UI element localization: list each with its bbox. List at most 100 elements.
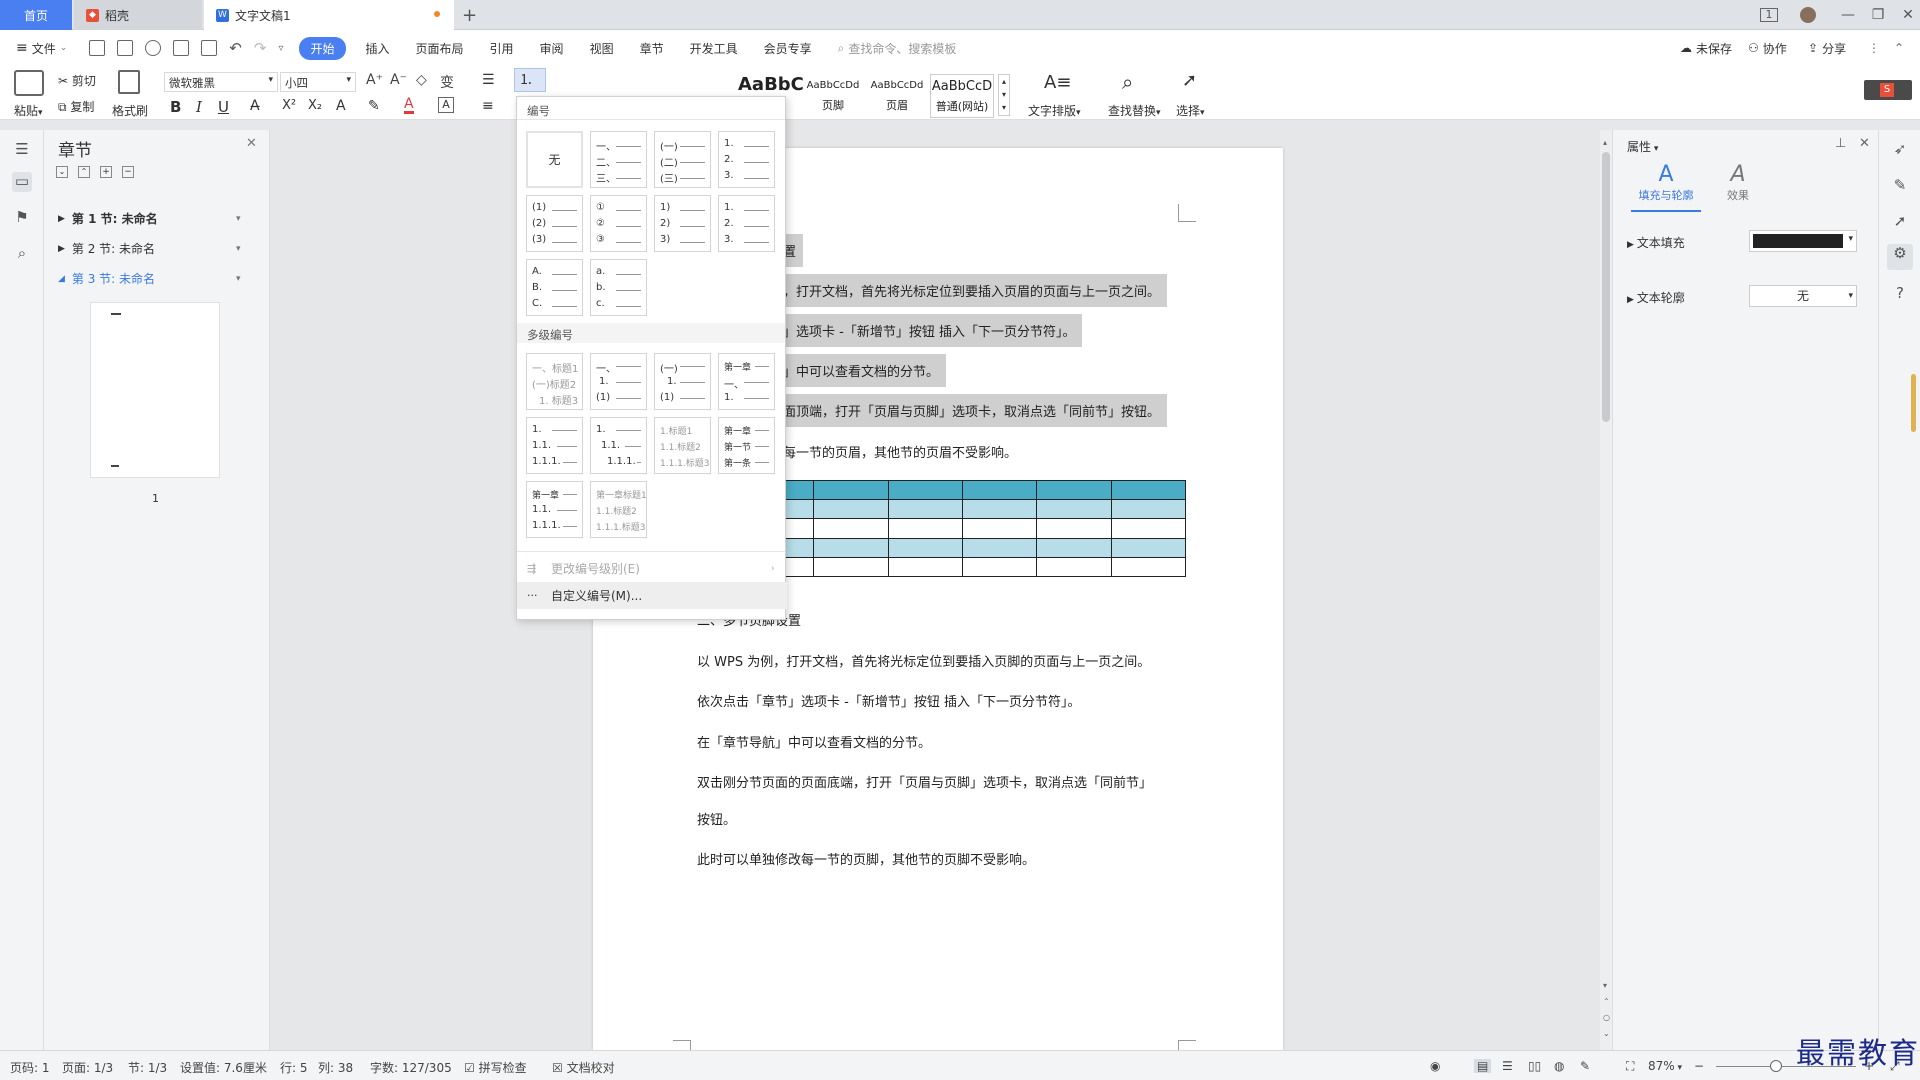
doc-paragraph[interactable]: 改每一节的页眉，其他节的页眉不受影响。 xyxy=(770,442,1017,461)
command-search[interactable]: ⌕ 查找命令、搜索模板 xyxy=(838,40,957,57)
customize-toolbar-icon[interactable]: ▿ xyxy=(278,43,283,54)
doc-paragraph[interactable]: 航」中可以查看文档的分节。 xyxy=(770,354,947,387)
section-item-1[interactable]: ▶ 第 1 节: 未命名 ▾ xyxy=(58,210,241,227)
multilevel-preset[interactable]: 第一章 第一节 第一条 xyxy=(718,417,775,474)
align-left-icon[interactable]: ≡ xyxy=(482,98,494,114)
pen-icon[interactable]: ✎ xyxy=(1890,176,1910,196)
table-cell[interactable] xyxy=(813,537,889,558)
table-header-cell[interactable] xyxy=(1036,479,1112,501)
custom-numbering-menu-item[interactable]: ··· 自定义编号(M)... xyxy=(517,582,787,609)
expand-all-icon[interactable]: + xyxy=(100,166,112,178)
table-cell[interactable] xyxy=(887,556,963,578)
style-header[interactable]: AaBbCcDd 页眉 xyxy=(866,74,928,118)
doc-paragraph[interactable]: 以 WPS 为例，打开文档，首先将光标定位到要插入页脚的页面与上一页之间。 xyxy=(697,651,1150,670)
format-painter-button[interactable]: 格式刷 xyxy=(112,102,148,119)
doc-paragraph[interactable]: 节」选项卡 -「新增节」按钮 插入「下一页分节符」。 xyxy=(770,314,1083,347)
numbering-preset[interactable]: (一) (二) (三) xyxy=(654,131,711,188)
table-cell[interactable] xyxy=(1110,499,1187,520)
multilevel-preset[interactable]: 第一章标题1 1.1.标题2 1.1.1.标题3 xyxy=(590,481,647,538)
menu-tab-review[interactable]: 审阅 xyxy=(540,40,564,57)
numbering-preset[interactable]: 1. 2. 3. xyxy=(718,195,775,252)
window-layout-icon[interactable]: 1 xyxy=(1760,8,1778,22)
close-panel-icon[interactable]: ✕ xyxy=(1859,136,1870,151)
select-button[interactable]: 选择▾ xyxy=(1176,102,1205,119)
page-view-icon[interactable]: ▤ xyxy=(1474,1059,1492,1073)
bookmark-icon[interactable]: ⚑ xyxy=(12,208,32,228)
close-panel-icon[interactable]: ✕ xyxy=(246,136,257,151)
numbering-preset[interactable]: A. B. C. xyxy=(526,259,583,316)
menu-tab-member[interactable]: 会员专享 xyxy=(764,40,812,57)
help-icon[interactable]: ? xyxy=(1890,284,1910,304)
status-section[interactable]: 节: 1/3 xyxy=(128,1059,167,1076)
menu-tab-insert[interactable]: 插入 xyxy=(366,40,390,57)
table-cell[interactable] xyxy=(1110,556,1187,578)
export-pdf-icon[interactable] xyxy=(145,40,162,56)
multilevel-preset[interactable]: 一、标题1 (一)标题2 1. 标题3 xyxy=(526,353,583,410)
numbering-preset[interactable]: 1. 2. 3. xyxy=(718,131,775,188)
highlight-icon[interactable]: ✎ xyxy=(368,98,380,114)
unsaved-button[interactable]: ☁ 未保存 xyxy=(1680,40,1732,57)
change-level-menu-item[interactable]: ⇶ 更改编号级别(E) › xyxy=(517,555,787,582)
vertical-scrollbar[interactable]: ▴ ▾ ⌃ ○ ⌄ xyxy=(1600,130,1612,1050)
avatar[interactable] xyxy=(1800,7,1816,23)
table-cell[interactable] xyxy=(813,556,889,578)
web-view-icon[interactable]: ◍ xyxy=(1554,1059,1564,1073)
char-border-icon[interactable]: A xyxy=(438,97,454,113)
grow-font-icon[interactable]: A⁺ xyxy=(366,72,383,88)
save-icon[interactable] xyxy=(117,40,134,56)
section-item-3[interactable]: ◢ 第 3 节: 未命名 ▾ xyxy=(58,270,241,287)
multilevel-preset[interactable]: 1.标题1 1.1.标题2 1.1.1.标题3 xyxy=(654,417,711,474)
menu-tab-start[interactable]: 开始 xyxy=(299,36,346,60)
tab-fill-outline[interactable]: A 填充与轮廓 xyxy=(1631,162,1701,203)
table-cell[interactable] xyxy=(1036,556,1112,578)
style-gallery-scroll[interactable]: ▴ ▾ ▾ xyxy=(998,74,1010,116)
new-doc-icon[interactable] xyxy=(89,40,106,56)
doc-paragraph[interactable]: 页面顶端，打开「页眉与页脚」选项卡，取消点选「同前节」按钮。 xyxy=(770,394,1168,427)
table-header-cell[interactable] xyxy=(961,479,1038,501)
numbering-preset[interactable]: 一、 二、 三、 xyxy=(590,131,647,188)
bold-button[interactable]: B xyxy=(170,98,181,116)
move-up-icon[interactable]: ⌃ xyxy=(78,166,90,178)
eye-protection-icon[interactable]: ◉ xyxy=(1430,1059,1440,1073)
table-cell[interactable] xyxy=(813,499,889,520)
doc-proof-button[interactable]: ☒ 文档校对 xyxy=(552,1059,615,1076)
status-setting[interactable]: 设置值: 7.6厘米 xyxy=(180,1059,267,1076)
table-cell[interactable] xyxy=(961,518,1038,539)
numbering-button[interactable]: ⒈ xyxy=(514,68,546,92)
multilevel-preset[interactable]: 第一章 一、 1. xyxy=(718,353,775,410)
spell-check-button[interactable]: ☑ 拼写检查 xyxy=(464,1059,527,1076)
table-cell[interactable] xyxy=(1110,537,1187,558)
underline-button[interactable]: U xyxy=(218,98,229,116)
scrollbar-thumb[interactable] xyxy=(1602,152,1610,422)
file-menu[interactable]: ≡ 文件 ⌄ xyxy=(16,40,67,57)
shrink-font-icon[interactable]: A⁻ xyxy=(390,72,407,88)
format-painter-icon[interactable] xyxy=(118,70,140,94)
more-options-icon[interactable]: ⋮ xyxy=(1868,41,1880,55)
chevron-down-icon[interactable]: ▾ xyxy=(236,244,241,254)
zoom-level[interactable]: 87% ▾ xyxy=(1648,1059,1682,1073)
table-cell[interactable] xyxy=(887,518,963,539)
wps-sogou-icon[interactable]: S xyxy=(1864,80,1912,100)
collapse-ribbon-icon[interactable]: ⌃ xyxy=(1894,41,1904,55)
find-replace-button[interactable]: 查找替换▾ xyxy=(1108,102,1161,119)
numbering-preset[interactable]: 1) 2) 3) xyxy=(654,195,711,252)
properties-sliders-icon[interactable]: ⚙ xyxy=(1887,244,1913,270)
move-down-icon[interactable]: ⌄ xyxy=(56,166,68,178)
multilevel-preset[interactable]: (一) 1. (1) xyxy=(654,353,711,410)
multilevel-preset[interactable]: 1. 1.1. 1.1.1. xyxy=(590,417,647,474)
status-row[interactable]: 行: 5 xyxy=(280,1059,308,1076)
pinyin-guide-icon[interactable]: 变 xyxy=(440,72,454,92)
multilevel-preset[interactable]: 1. 1.1. 1.1.1. xyxy=(526,417,583,474)
section-item-2[interactable]: ▶ 第 2 节: 未命名 ▾ xyxy=(58,240,241,257)
table-cell[interactable] xyxy=(813,518,889,539)
numbering-preset[interactable]: a. b. c. xyxy=(590,259,647,316)
share-button[interactable]: ⇪ 分享 xyxy=(1808,40,1846,57)
table-cell[interactable] xyxy=(1036,499,1112,520)
menu-tab-references[interactable]: 引用 xyxy=(490,40,514,57)
text-effect-icon[interactable]: A xyxy=(336,98,346,114)
tab-daoke[interactable]: ◆ 稻壳 xyxy=(74,0,202,30)
reading-view-icon[interactable]: ▯▯ xyxy=(1528,1059,1541,1073)
page-thumbnail[interactable] xyxy=(90,302,220,478)
section-nav-icon[interactable]: ▭ xyxy=(12,172,32,192)
print-preview-icon[interactable] xyxy=(201,40,218,56)
